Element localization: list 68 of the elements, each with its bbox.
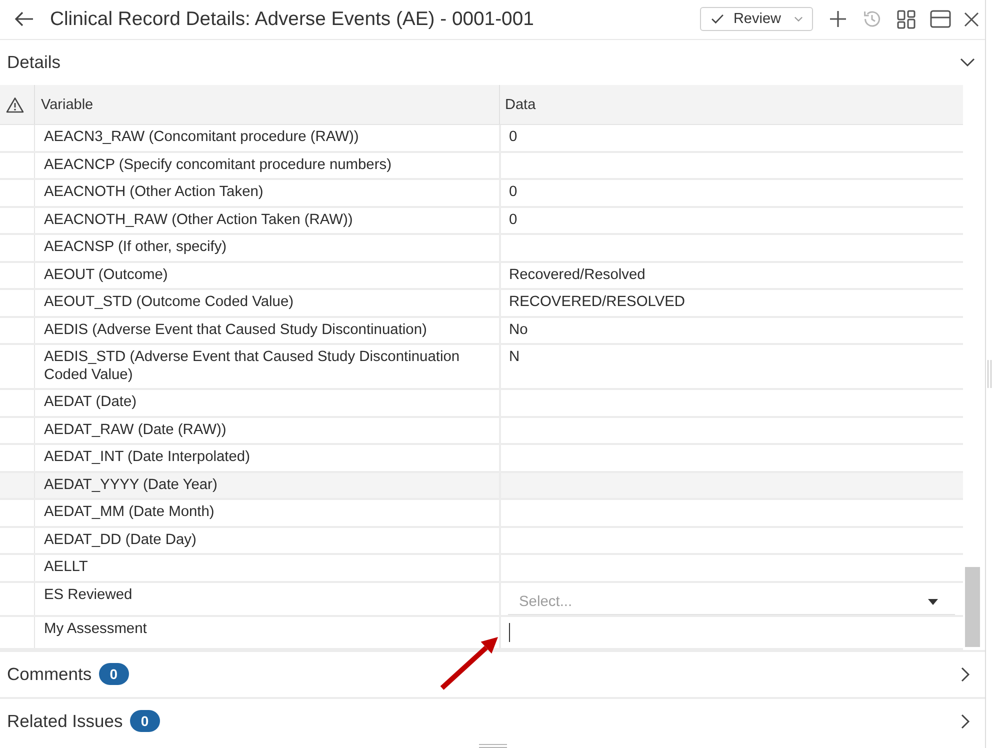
resize-grip-icon[interactable] bbox=[987, 360, 992, 388]
caret-down-icon bbox=[928, 599, 938, 606]
table-cell-text: AEDIS (Adverse Event that Caused Study Discontinuation) bbox=[43, 320, 428, 340]
chevron-right-icon[interactable] bbox=[961, 714, 970, 729]
table-row[interactable]: AEDAT_INT (Date Interpolated) bbox=[0, 445, 963, 473]
section-title: Comments bbox=[7, 664, 92, 685]
warning-icon bbox=[6, 96, 24, 113]
table-cell-text: AEACNSP (If other, specify) bbox=[43, 238, 228, 258]
layout-grid-icon[interactable] bbox=[896, 10, 916, 29]
table-row[interactable]: AEDAT_MM (Date Month) bbox=[0, 500, 963, 528]
chevron-right-icon[interactable] bbox=[961, 666, 970, 682]
table-row[interactable]: My Assessment bbox=[0, 616, 963, 650]
drag-handle-icon[interactable] bbox=[478, 744, 506, 748]
table-cell-text: AEOUT_STD (Outcome Coded Value) bbox=[43, 293, 295, 312]
table-row[interactable]: AEACNSP (If other, specify) bbox=[0, 235, 963, 263]
chevron-down-icon[interactable] bbox=[960, 58, 975, 68]
table-row[interactable]: AEDIS_STD (Adverse Event that Caused Study Discontinuation Coded Value) N bbox=[0, 345, 963, 390]
table-cell-text: AEDAT_RAW (Date (RAW)) bbox=[43, 420, 228, 440]
chevron-down-icon bbox=[794, 16, 803, 22]
check-icon bbox=[711, 14, 724, 24]
table-cell-text: AEOUT (Outcome) bbox=[43, 266, 169, 285]
plus-icon[interactable] bbox=[829, 10, 847, 28]
table-cell-text: AEDIS_STD (Adverse Event that Caused Study Discontinuation Coded Value) bbox=[43, 348, 461, 385]
section-title: Details bbox=[7, 52, 60, 74]
table-cell-text: AEACN3_RAW (Concomitant procedure (RAW)) bbox=[43, 128, 360, 148]
table-cell: RECOVERED/RESOLVED bbox=[499, 290, 963, 316]
table-row[interactable]: ES Reviewed Select... bbox=[0, 582, 963, 617]
table-row[interactable]: AEDAT_DD (Date Day) bbox=[0, 528, 963, 556]
table-cell: 0 bbox=[499, 125, 963, 151]
table-cell-text: My Assessment bbox=[43, 620, 148, 639]
table-row[interactable]: AEDAT_RAW (Date (RAW)) bbox=[0, 418, 963, 446]
table-cell: 0 bbox=[499, 180, 963, 206]
table-row[interactable]: AEACNOTH_RAW (Other Action Taken (RAW)) 0 bbox=[0, 208, 963, 236]
column-header[interactable]: Data bbox=[499, 85, 963, 124]
table-row[interactable]: AEDIS (Adverse Event that Caused Study Discontinuation) No bbox=[0, 318, 963, 346]
review-button[interactable]: Review bbox=[700, 7, 813, 32]
table-row[interactable]: AEACNOTH (Other Action Taken) 0 bbox=[0, 180, 963, 208]
table-cell: 0 bbox=[499, 208, 963, 234]
table-cell-text: AEDAT_DD (Date Day) bbox=[43, 530, 198, 550]
table-row[interactable]: AEDAT (Date) bbox=[0, 390, 963, 418]
table-row[interactable]: AEDAT_YYYY (Date Year) bbox=[0, 472, 963, 500]
section-title: Related Issues bbox=[7, 710, 123, 732]
table-row[interactable]: AEOUT_STD (Outcome Coded Value) RECOVERED/RESOLVED bbox=[0, 290, 963, 318]
table-row[interactable]: AEOUT (Outcome) Recovered/Resolved bbox=[0, 262, 963, 290]
table-cell-text: AEDAT (Date) bbox=[43, 393, 138, 412]
table-cell: No bbox=[499, 318, 963, 344]
close-icon[interactable] bbox=[964, 12, 978, 27]
table-cell-text: AEDAT_INT (Date Interpolated) bbox=[43, 448, 251, 468]
column-header[interactable]: Variable bbox=[35, 85, 499, 124]
panel-icon[interactable] bbox=[930, 10, 950, 28]
table-cell-text: AEDAT_MM (Date Month) bbox=[43, 503, 216, 522]
table-cell-text: AELLT bbox=[43, 558, 89, 578]
count-badge: 0 bbox=[130, 710, 160, 732]
scrollbar-thumb[interactable] bbox=[965, 566, 980, 647]
table-cell-text: AEDAT_YYYY (Date Year) bbox=[43, 476, 218, 495]
arrow-left-icon[interactable] bbox=[14, 11, 34, 28]
table-cell: N bbox=[499, 345, 963, 388]
table-cell-text: AEACNOTH (Other Action Taken) bbox=[43, 183, 264, 202]
table-row[interactable]: AEACNCP (Specify concomitant procedure numbers) bbox=[0, 152, 963, 180]
annotation-arrow bbox=[440, 637, 498, 690]
table-cell-text: AEACNOTH_RAW (Other Action Taken (RAW)) bbox=[43, 210, 354, 230]
count-badge: 0 bbox=[98, 663, 129, 686]
table-cell-text: AEACNCP (Specify concomitant procedure numbers) bbox=[43, 156, 392, 175]
table-row[interactable]: AELLT bbox=[0, 555, 963, 583]
table-cell-text: ES Reviewed bbox=[43, 586, 134, 605]
table-row[interactable]: AEACN3_RAW (Concomitant procedure (RAW)) 0 bbox=[0, 125, 963, 153]
table-cell: Recovered/Resolved bbox=[499, 262, 963, 288]
window-title: Clinical Record Details: Adverse Events (AE) - 0001-001 bbox=[50, 8, 535, 31]
